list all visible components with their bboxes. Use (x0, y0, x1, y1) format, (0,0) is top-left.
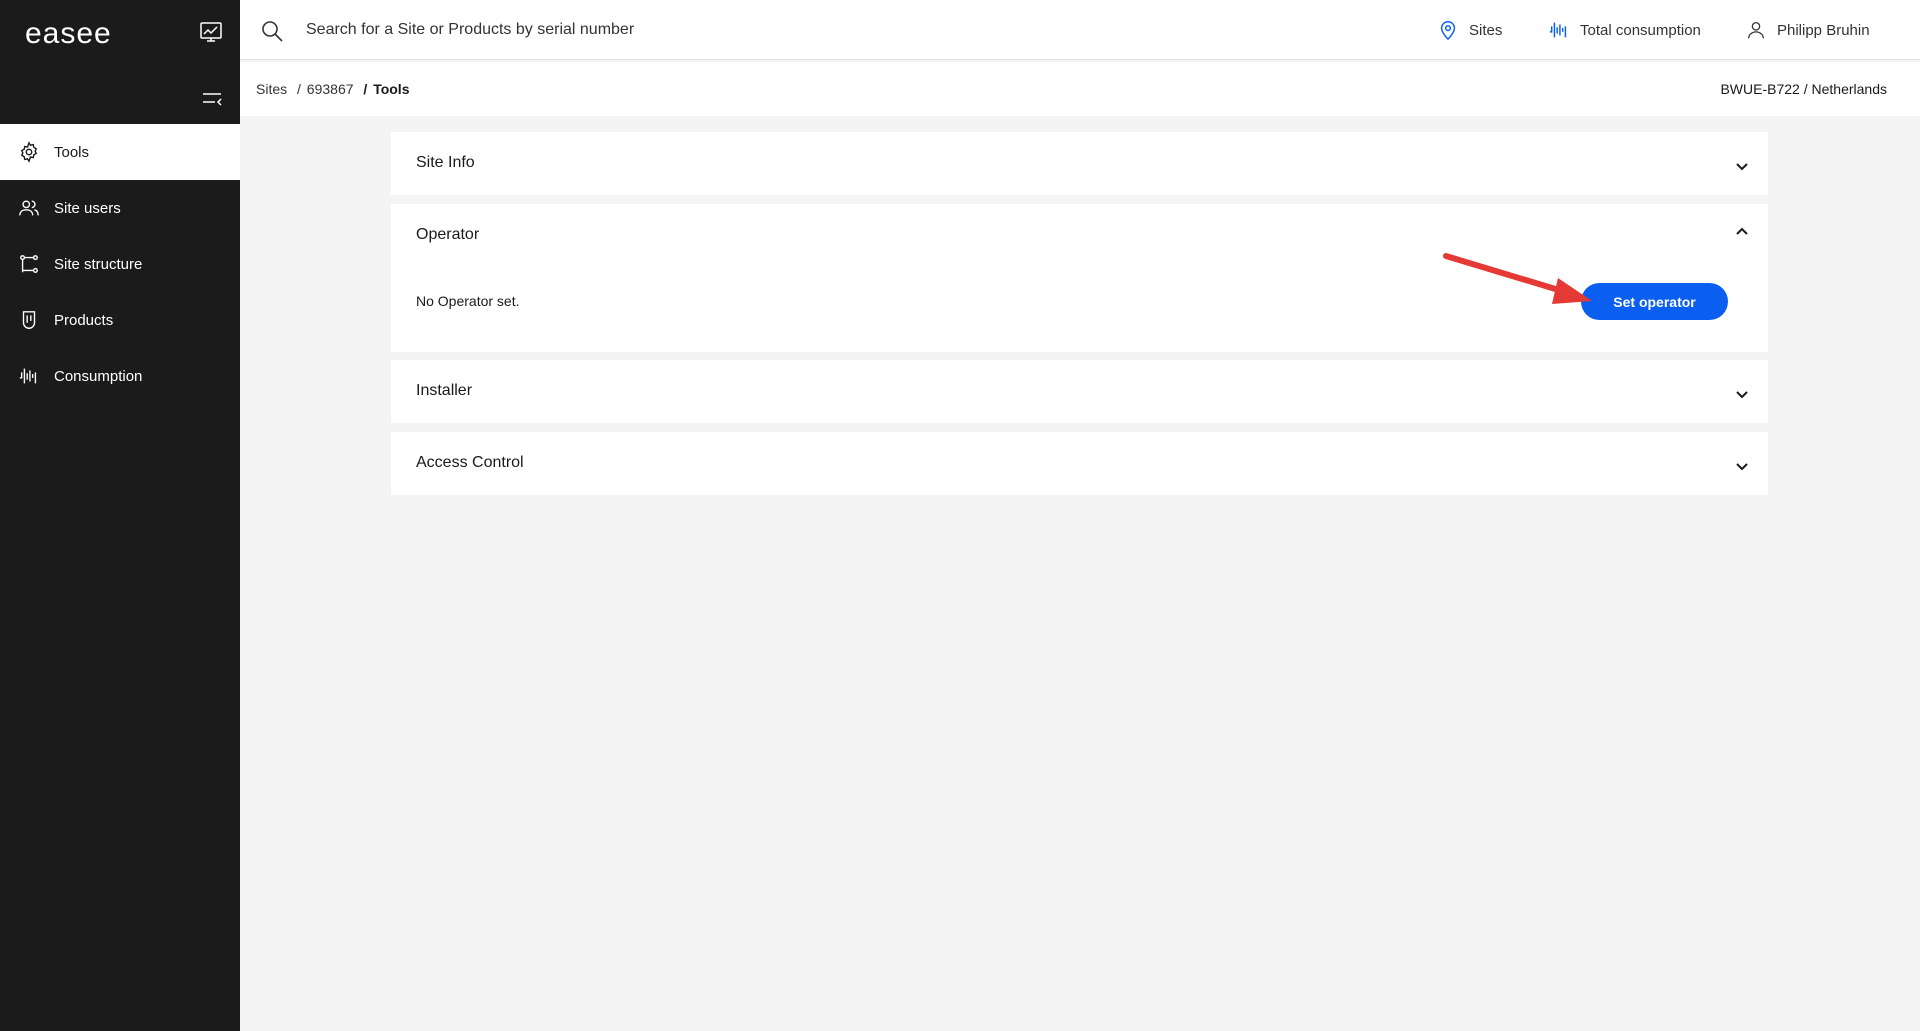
breadcrumb-sites[interactable]: Sites (256, 81, 287, 97)
operator-status-text: No Operator set. (416, 293, 520, 309)
sidebar: easee Tools Site users Site structure Pr… (0, 0, 240, 1031)
gear-icon (20, 141, 38, 163)
consumption-icon (18, 365, 40, 387)
user-menu[interactable]: Philipp Bruhin (1745, 19, 1870, 41)
access-control-title: Access Control (416, 454, 524, 471)
breadcrumb-site-id[interactable]: 693867 (307, 81, 354, 97)
site-info-panel[interactable]: Site Info (391, 132, 1768, 195)
site-structure-icon (20, 255, 38, 273)
user-name: Philipp Bruhin (1777, 21, 1870, 39)
total-consumption-label: Total consumption (1580, 21, 1701, 39)
set-operator-button[interactable]: Set operator (1581, 283, 1728, 320)
sidebar-item-label: Products (54, 311, 114, 329)
sidebar-item-label: Tools (54, 143, 90, 161)
operator-panel: Operator No Operator set. Set operator (391, 204, 1768, 352)
sidebar-nav: Tools Site users Site structure Products… (0, 124, 240, 404)
chevron-down-icon[interactable] (1734, 458, 1750, 474)
search-icon[interactable] (260, 19, 284, 43)
total-consumption-link[interactable]: Total consumption (1548, 19, 1701, 41)
consumption-icon (1548, 19, 1570, 41)
chevron-up-icon[interactable] (1734, 224, 1750, 240)
sidebar-item-label: Consumption (54, 367, 143, 385)
easee-logo[interactable]: easee (25, 17, 112, 51)
dashboard-icon[interactable] (199, 20, 223, 44)
breadcrumb-separator: / (363, 81, 368, 97)
site-info-title: Site Info (416, 154, 475, 171)
sidebar-item-site-users[interactable]: Site users (0, 180, 240, 236)
search-input[interactable] (306, 14, 1006, 46)
chevron-down-icon[interactable] (1734, 158, 1750, 174)
installer-panel[interactable]: Installer (391, 360, 1768, 423)
breadcrumb-separator: / (297, 81, 301, 97)
installer-title: Installer (416, 382, 473, 399)
sidebar-header: easee (0, 0, 240, 124)
sidebar-item-consumption[interactable]: Consumption (0, 348, 240, 404)
breadcrumb: Sites / 693867 / Tools (256, 81, 413, 97)
sidebar-item-tools[interactable]: Tools (0, 124, 240, 180)
user-icon (1748, 22, 1764, 39)
sites-link-label: Sites (1469, 21, 1503, 39)
sidebar-item-site-structure[interactable]: Site structure (0, 236, 240, 292)
users-icon (19, 200, 39, 216)
chevron-down-icon[interactable] (1734, 386, 1750, 402)
sidebar-item-label: Site users (54, 199, 121, 217)
sidebar-item-label: Site structure (54, 255, 143, 273)
access-control-panel[interactable]: Access Control (391, 432, 1768, 495)
breadcrumb-bar: Sites / 693867 / Tools BWUE-B722 / Nethe… (240, 62, 1920, 116)
breadcrumb-current: Tools (373, 81, 410, 97)
sidebar-item-products[interactable]: Products (0, 292, 240, 348)
operator-title[interactable]: Operator (416, 226, 479, 244)
charger-icon (22, 311, 36, 329)
site-location-info: BWUE-B722 / Netherlands (1720, 81, 1887, 97)
collapse-sidebar-icon[interactable] (200, 86, 224, 110)
location-pin-icon (1440, 21, 1456, 41)
top-bar: Sites Total consumption Philipp Bruhin (240, 0, 1920, 60)
sites-link[interactable]: Sites (1437, 19, 1502, 41)
